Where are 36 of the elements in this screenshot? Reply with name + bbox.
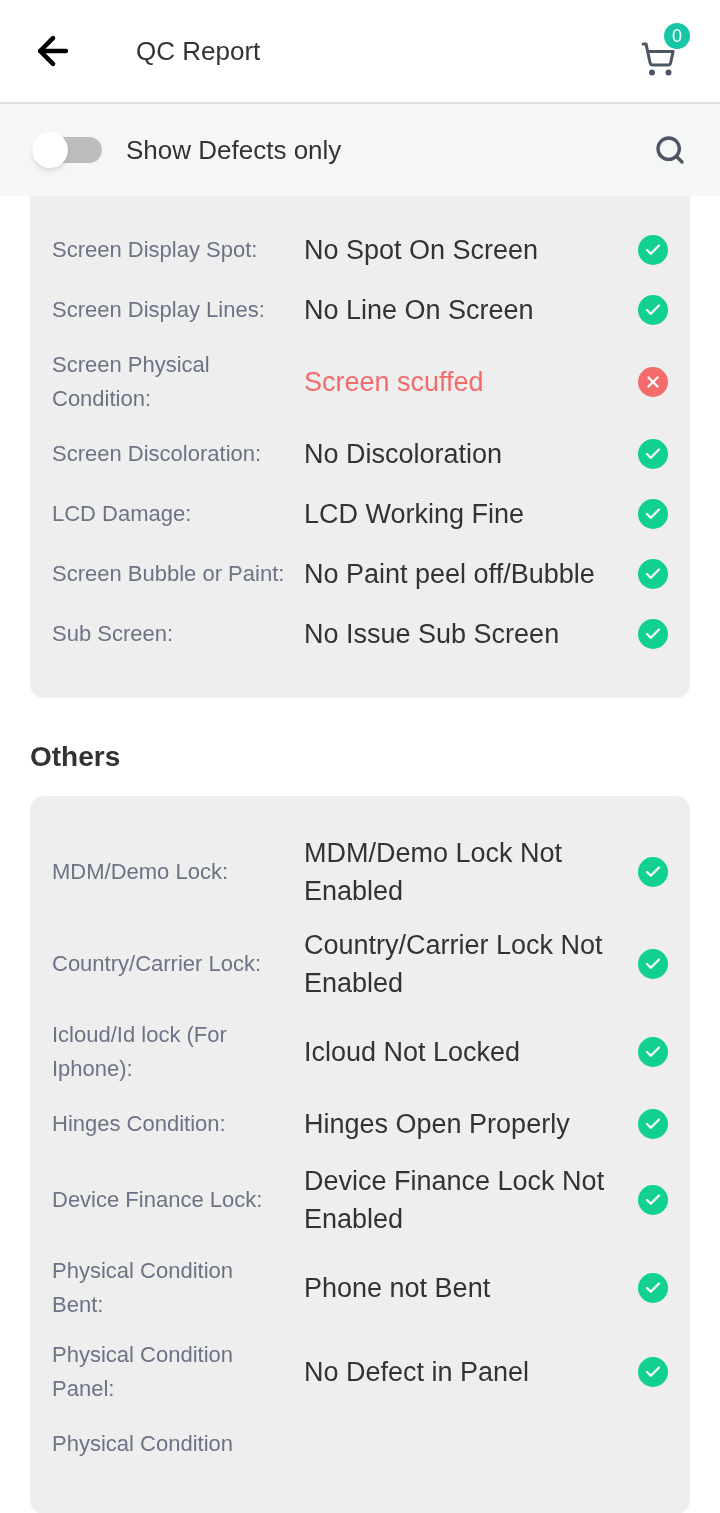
- field-value: Hinges Open Properly: [304, 1108, 571, 1141]
- field-value: No Discoloration: [304, 438, 504, 471]
- filter-label: Show Defects only: [126, 133, 343, 167]
- field-value: No Issue Sub Screen: [304, 618, 561, 651]
- field-label: Country/Carrier Lock:: [52, 950, 263, 978]
- field-value: MDM/Demo Lock Not Enabled: [304, 837, 564, 908]
- field-value: Screen scuffed: [304, 366, 485, 399]
- field-value: Country/Carrier Lock Not Enabled: [304, 929, 604, 1000]
- toggle-switch[interactable]: [32, 132, 102, 168]
- field-label: Icloud/Id lock (For Iphone):: [52, 1021, 228, 1083]
- cart-icon: [640, 41, 676, 77]
- cart-badge: 0: [664, 23, 690, 49]
- field-label: Sub Screen:: [52, 620, 175, 648]
- field-label: Physical Condition: [52, 1430, 234, 1458]
- field-value: Phone not Bent: [304, 1272, 492, 1305]
- cart-button[interactable]: 0: [640, 23, 690, 79]
- field-label: Screen Discoloration:: [52, 440, 263, 468]
- field-value: Device Finance Lock Not Enabled: [304, 1165, 606, 1236]
- field-value: Icloud Not Locked: [304, 1036, 522, 1069]
- field-label: MDM/Demo Lock:: [52, 858, 230, 886]
- field-label: Screen Bubble or Paint:: [52, 560, 286, 588]
- field-label: Physical Condition Panel:: [52, 1341, 234, 1403]
- field-label: Hinges Condition:: [52, 1110, 227, 1138]
- field-label: Screen Display Spot:: [52, 236, 259, 264]
- field-value: No Spot On Screen: [304, 234, 540, 267]
- field-label: LCD Damage:: [52, 500, 193, 528]
- field-value: No Paint peel off/Bubble: [304, 558, 596, 591]
- page-title: QC Report: [136, 34, 262, 68]
- field-label: Physical Condition Bent:: [52, 1257, 234, 1319]
- field-label: Device Finance Lock:: [52, 1186, 264, 1214]
- section-heading: Others: [30, 740, 122, 774]
- field-label: Screen Physical Condition:: [52, 351, 211, 413]
- field-value: No Defect in Panel: [304, 1356, 531, 1389]
- field-label: Screen Display Lines:: [52, 296, 266, 324]
- field-value: No Line On Screen: [304, 294, 535, 327]
- field-value: LCD Working Fine: [304, 498, 526, 531]
